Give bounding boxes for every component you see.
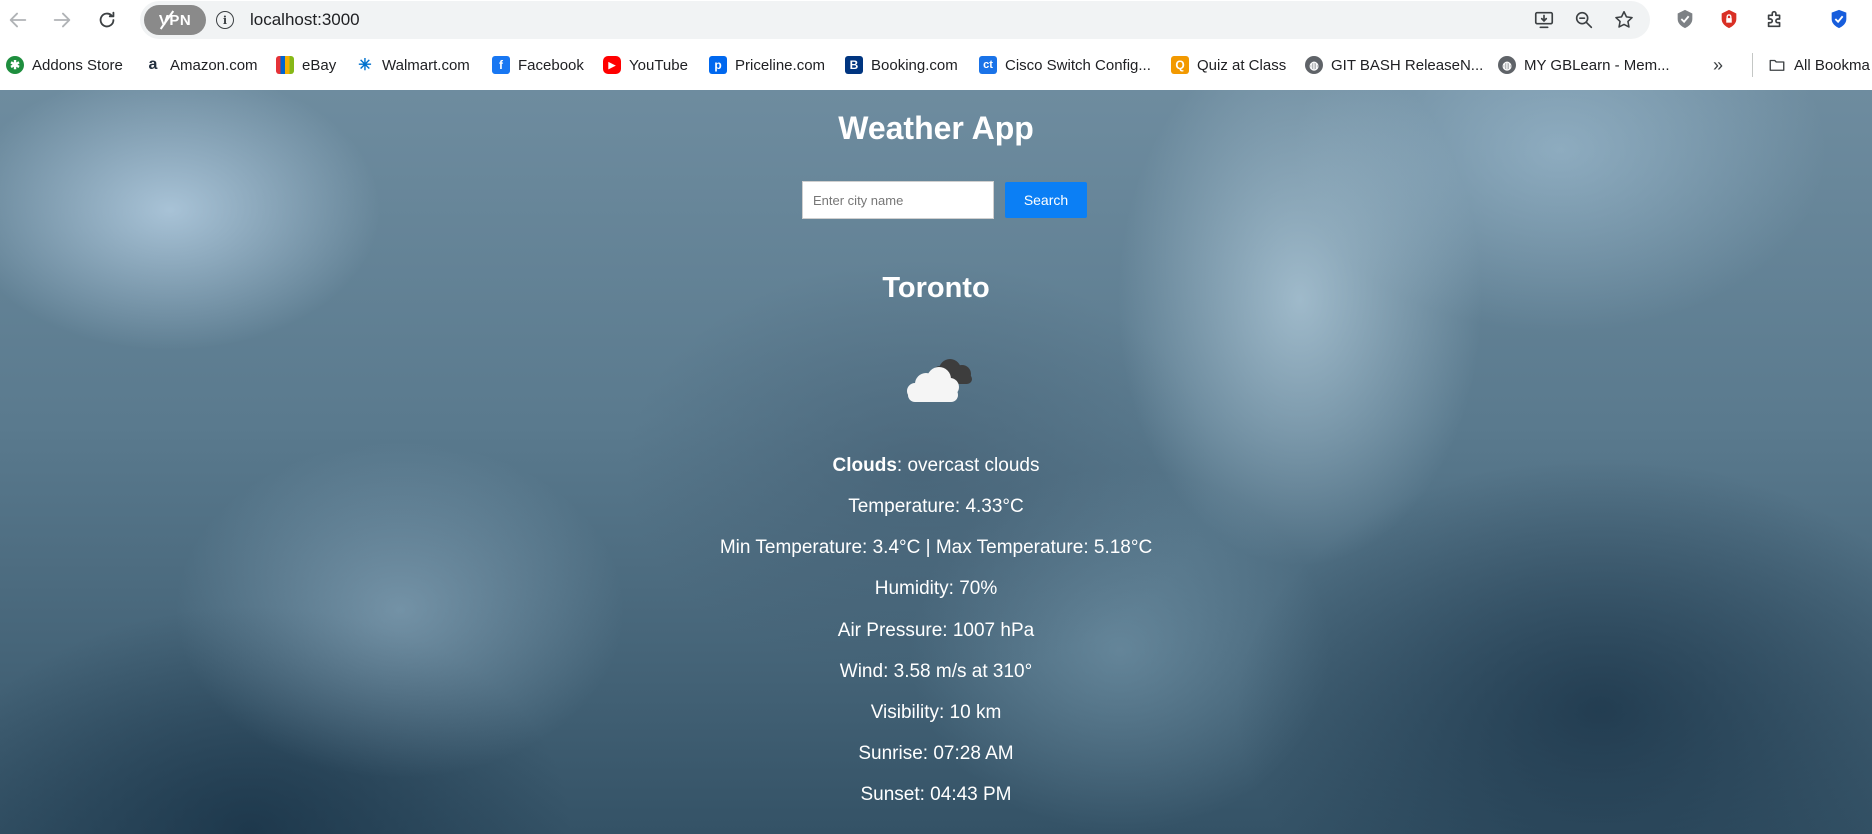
cloud-icon [907,359,972,402]
cisco-icon: ct [979,56,997,74]
all-bookmarks-label: All Bookma [1794,56,1870,74]
globe-icon: ◍ [1498,56,1516,74]
ebay-icon [276,56,294,74]
bookmark-label: YouTube [629,56,688,74]
bitwarden-shield-icon[interactable] [1826,6,1852,32]
bookmark-cisco[interactable]: ct Cisco Switch Config... [979,53,1151,77]
all-bookmarks-folder[interactable]: All Bookma [1768,53,1870,77]
bookmark-booking[interactable]: B Booking.com [845,53,958,77]
bookmark-label: Addons Store [32,56,123,74]
priceline-icon: p [709,56,727,74]
search-button[interactable]: Search [1005,182,1087,218]
bookmark-label: Facebook [518,56,584,74]
bookmark-label: Priceline.com [735,56,826,74]
city-name: Toronto [882,272,990,304]
bookmark-addons-store[interactable]: ✱ Addons Store [6,53,123,77]
bookmark-git-bash[interactable]: ◍ GIT BASH ReleaseN... [1305,53,1483,77]
bookmark-facebook[interactable]: f Facebook [492,53,584,77]
password-manager-icon[interactable] [1716,6,1742,32]
back-arrow-icon [9,12,27,28]
bookmark-label: MY GBLearn - Mem... [1524,56,1670,74]
url-text[interactable]: localhost:3000 [250,10,360,30]
bookmark-walmart[interactable]: ✳ Walmart.com [356,53,470,77]
youtube-icon: ▶ [603,56,621,74]
install-app-icon[interactable] [1532,8,1556,32]
bookmarks-divider [1752,53,1753,77]
bookmark-label: Booking.com [871,56,958,74]
reload-button[interactable] [89,2,125,38]
extensions-puzzle-icon[interactable] [1762,6,1788,32]
site-info-icon[interactable]: i [216,11,234,29]
back-button[interactable] [0,2,36,38]
addons-store-icon: ✱ [6,56,24,74]
condition-line: Clouds: overcast clouds [0,455,1872,477]
bookmarks-bar: ✱ Addons Store a Amazon.com eBay ✳ Walma… [0,48,1872,82]
bookmark-youtube[interactable]: ▶ YouTube [603,53,688,77]
temperature-line: Temperature: 4.33°C [848,496,1024,517]
forward-arrow-icon [53,12,71,28]
facebook-icon: f [492,56,510,74]
walmart-icon: ✳ [356,56,374,74]
condition-description: : overcast clouds [896,455,1040,476]
app-title: Weather App [838,110,1034,146]
reload-icon [99,11,115,28]
bookmark-label: GIT BASH ReleaseN... [1331,56,1484,74]
condition-label: Clouds [832,455,897,476]
weather-app-page: Weather App Search Toronto Clouds: overc… [0,90,1872,834]
address-bar[interactable]: VPN i localhost:3000 [140,1,1650,39]
bookmark-priceline[interactable]: p Priceline.com [709,53,825,77]
bookmark-ebay[interactable]: eBay [276,53,336,77]
folder-icon [1768,56,1786,74]
wind-line: Wind: 3.58 m/s at 310° [839,661,1033,682]
city-search-input[interactable] [802,181,994,219]
air-pressure-line: Air Pressure: 1007 hPa [837,620,1035,641]
bookmark-amazon[interactable]: a Amazon.com [144,53,258,77]
sunrise-line: Sunrise: 07:28 AM [858,743,1014,764]
globe-icon: ◍ [1305,56,1323,74]
humidity-line: Humidity: 70% [874,578,998,599]
zoom-icon[interactable] [1572,8,1596,32]
vpn-toggle[interactable]: VPN [144,5,206,35]
min-max-temperature-line: Min Temperature: 3.4°C | Max Temperature… [719,537,1153,558]
bookmark-gblearn[interactable]: ◍ MY GBLearn - Mem... [1498,53,1670,77]
extension-shield-icon[interactable] [1672,6,1698,32]
visibility-line: Visibility: 10 km [870,702,1002,723]
forward-button[interactable] [44,2,80,38]
more-bookmarks-chevron-icon[interactable]: » [1713,53,1723,77]
bookmark-label: Quiz at Class [1197,56,1287,74]
amazon-icon: a [144,56,162,74]
quiz-icon: Q [1171,56,1189,74]
bookmark-star-icon[interactable] [1612,8,1636,32]
bookmark-quiz[interactable]: Q Quiz at Class [1171,53,1286,77]
bookmark-label: Amazon.com [170,56,258,74]
booking-icon: B [845,56,863,74]
bookmark-label: Cisco Switch Config... [1005,56,1151,74]
bookmark-label: eBay [302,56,337,74]
sunset-line: Sunset: 04:43 PM [860,784,1012,805]
browser-toolbar: VPN i localhost:3000 [0,0,1872,40]
bookmark-label: Walmart.com [382,56,470,74]
